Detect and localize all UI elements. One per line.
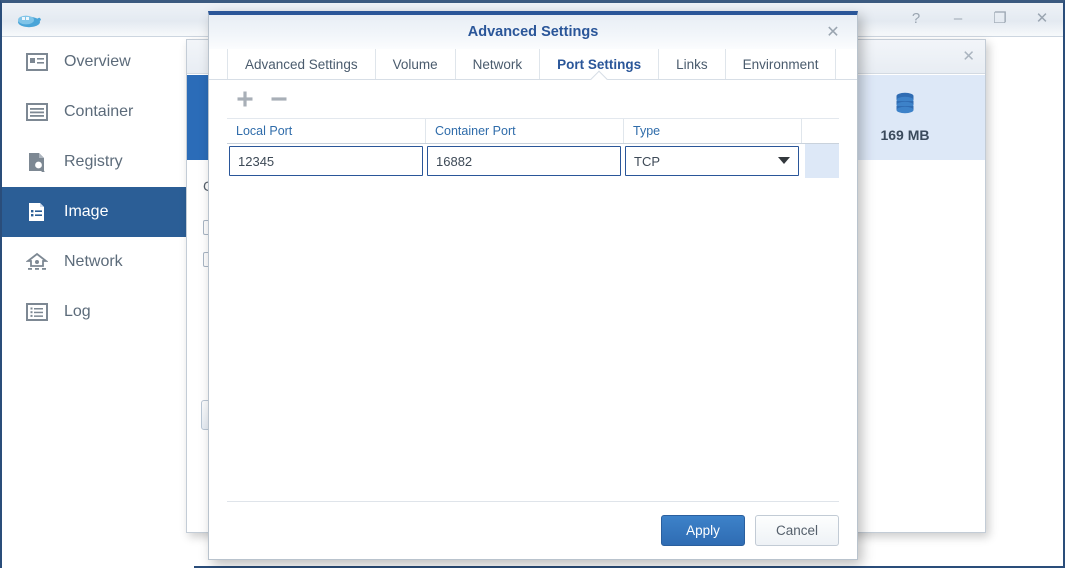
- help-button[interactable]: ?: [905, 7, 927, 29]
- docker-whale-icon: [16, 9, 42, 31]
- tab-label: Links: [676, 56, 708, 72]
- dialog-tabs: Advanced Settings Volume Network Port Se…: [209, 49, 857, 80]
- sidebar-item-label: Log: [64, 303, 91, 320]
- dialog-footer: Apply Cancel: [227, 501, 839, 559]
- overview-icon: [24, 49, 50, 75]
- network-icon: [24, 249, 50, 275]
- column-label: Container Port: [435, 124, 516, 138]
- tab-port-settings[interactable]: Port Settings: [539, 49, 658, 79]
- sidebar-item-network[interactable]: Network: [2, 237, 194, 287]
- dialog-title: Advanced Settings: [467, 24, 599, 40]
- cell-local-port: [227, 146, 425, 176]
- apply-button[interactable]: Apply: [661, 515, 745, 546]
- log-icon: [24, 299, 50, 325]
- application-window: ? – ❐ ✕ Overview Container Registry Imag…: [0, 0, 1065, 568]
- column-header-type[interactable]: Type: [623, 119, 801, 143]
- tab-network[interactable]: Network: [454, 49, 540, 79]
- advanced-settings-dialog: Advanced Settings ✕ Advanced Settings Vo…: [208, 11, 858, 560]
- sidebar-item-registry[interactable]: Registry: [2, 137, 194, 187]
- close-button[interactable]: ✕: [1031, 7, 1053, 29]
- tab-label: Environment: [742, 56, 819, 72]
- column-label: Local Port: [236, 124, 293, 138]
- column-header-spacer: [801, 119, 839, 143]
- column-label: Type: [633, 124, 661, 138]
- tab-label: Port Settings: [557, 56, 642, 72]
- cell-container-port: [425, 146, 623, 176]
- dialog-header: Advanced Settings ✕: [209, 15, 857, 49]
- sidebar-item-label: Container: [64, 103, 134, 120]
- tab-label: Advanced Settings: [245, 56, 358, 72]
- sidebar-item-label: Registry: [64, 153, 123, 170]
- tab-advanced-settings[interactable]: Advanced Settings: [227, 49, 375, 79]
- sidebar-item-label: Network: [64, 253, 123, 270]
- type-select[interactable]: TCP: [625, 146, 799, 176]
- sidebar-item-image[interactable]: Image: [2, 187, 194, 237]
- sidebar-item-log[interactable]: Log: [2, 287, 194, 337]
- type-select-wrapper: TCP: [625, 146, 799, 176]
- tab-label: Volume: [392, 56, 438, 72]
- cancel-button[interactable]: Cancel: [755, 515, 839, 546]
- tab-label: Network: [472, 56, 523, 72]
- container-icon: [24, 99, 50, 125]
- database-icon: [893, 92, 917, 123]
- plus-icon[interactable]: [234, 88, 256, 110]
- cell-type: TCP: [623, 146, 801, 176]
- table-header-row: Local Port Container Port Type: [227, 118, 839, 144]
- image-icon: [24, 199, 50, 225]
- close-icon[interactable]: ✕: [962, 47, 975, 65]
- registry-icon: [24, 149, 50, 175]
- container-port-input[interactable]: [427, 146, 621, 176]
- tab-links[interactable]: Links: [658, 49, 725, 79]
- column-header-container-port[interactable]: Container Port: [425, 119, 623, 143]
- local-port-input[interactable]: [229, 146, 423, 176]
- sidebar-item-label: Overview: [64, 53, 131, 70]
- port-table-toolbar: [227, 80, 839, 118]
- dialog-body: Local Port Container Port Type 12345 168…: [209, 80, 857, 501]
- table-row[interactable]: TCP: [227, 144, 839, 178]
- minimize-button[interactable]: –: [947, 7, 969, 29]
- image-size-label: 169 MB: [880, 127, 930, 143]
- minus-icon[interactable]: [268, 88, 290, 110]
- port-settings-table: Local Port Container Port Type 12345 168…: [227, 118, 839, 178]
- tab-volume[interactable]: Volume: [374, 49, 455, 79]
- column-header-local-port[interactable]: Local Port: [227, 119, 425, 143]
- row-selection-highlight: [805, 144, 839, 178]
- type-select-value: TCP: [634, 153, 660, 169]
- maximize-button[interactable]: ❐: [989, 7, 1011, 29]
- sidebar: Overview Container Registry Image Networ…: [2, 37, 194, 568]
- sidebar-item-overview[interactable]: Overview: [2, 37, 194, 87]
- window-controls: ? – ❐ ✕: [905, 7, 1053, 29]
- tab-divider: [835, 49, 837, 79]
- tab-environment[interactable]: Environment: [724, 49, 836, 79]
- sidebar-item-label: Image: [64, 203, 109, 220]
- sidebar-item-container[interactable]: Container: [2, 87, 194, 137]
- chevron-down-icon[interactable]: [778, 157, 790, 164]
- close-icon[interactable]: ✕: [823, 22, 843, 42]
